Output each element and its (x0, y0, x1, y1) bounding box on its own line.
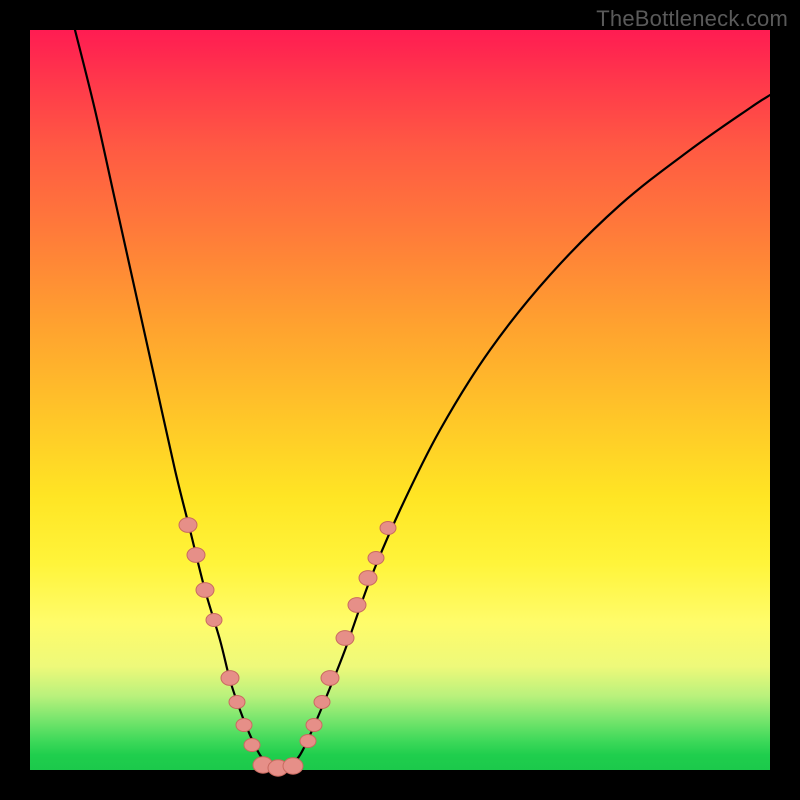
data-marker (196, 583, 214, 598)
data-marker (359, 571, 377, 586)
data-marker (368, 551, 384, 564)
data-marker (321, 671, 339, 686)
data-marker (244, 738, 260, 751)
data-marker (236, 718, 252, 731)
curve-group (75, 30, 770, 767)
data-marker (221, 671, 239, 686)
watermark-text: TheBottleneck.com (596, 6, 788, 32)
data-marker (229, 695, 245, 708)
marker-group (179, 518, 396, 777)
data-marker (300, 734, 316, 747)
chart-svg (30, 30, 770, 770)
data-marker (206, 613, 222, 626)
data-marker (348, 598, 366, 613)
data-marker (283, 758, 303, 774)
curve-left-curve (75, 30, 270, 767)
data-marker (314, 695, 330, 708)
curve-right-curve (290, 95, 770, 767)
data-marker (306, 718, 322, 731)
data-marker (380, 521, 396, 534)
data-marker (336, 631, 354, 646)
data-marker (187, 548, 205, 563)
data-marker (179, 518, 197, 533)
